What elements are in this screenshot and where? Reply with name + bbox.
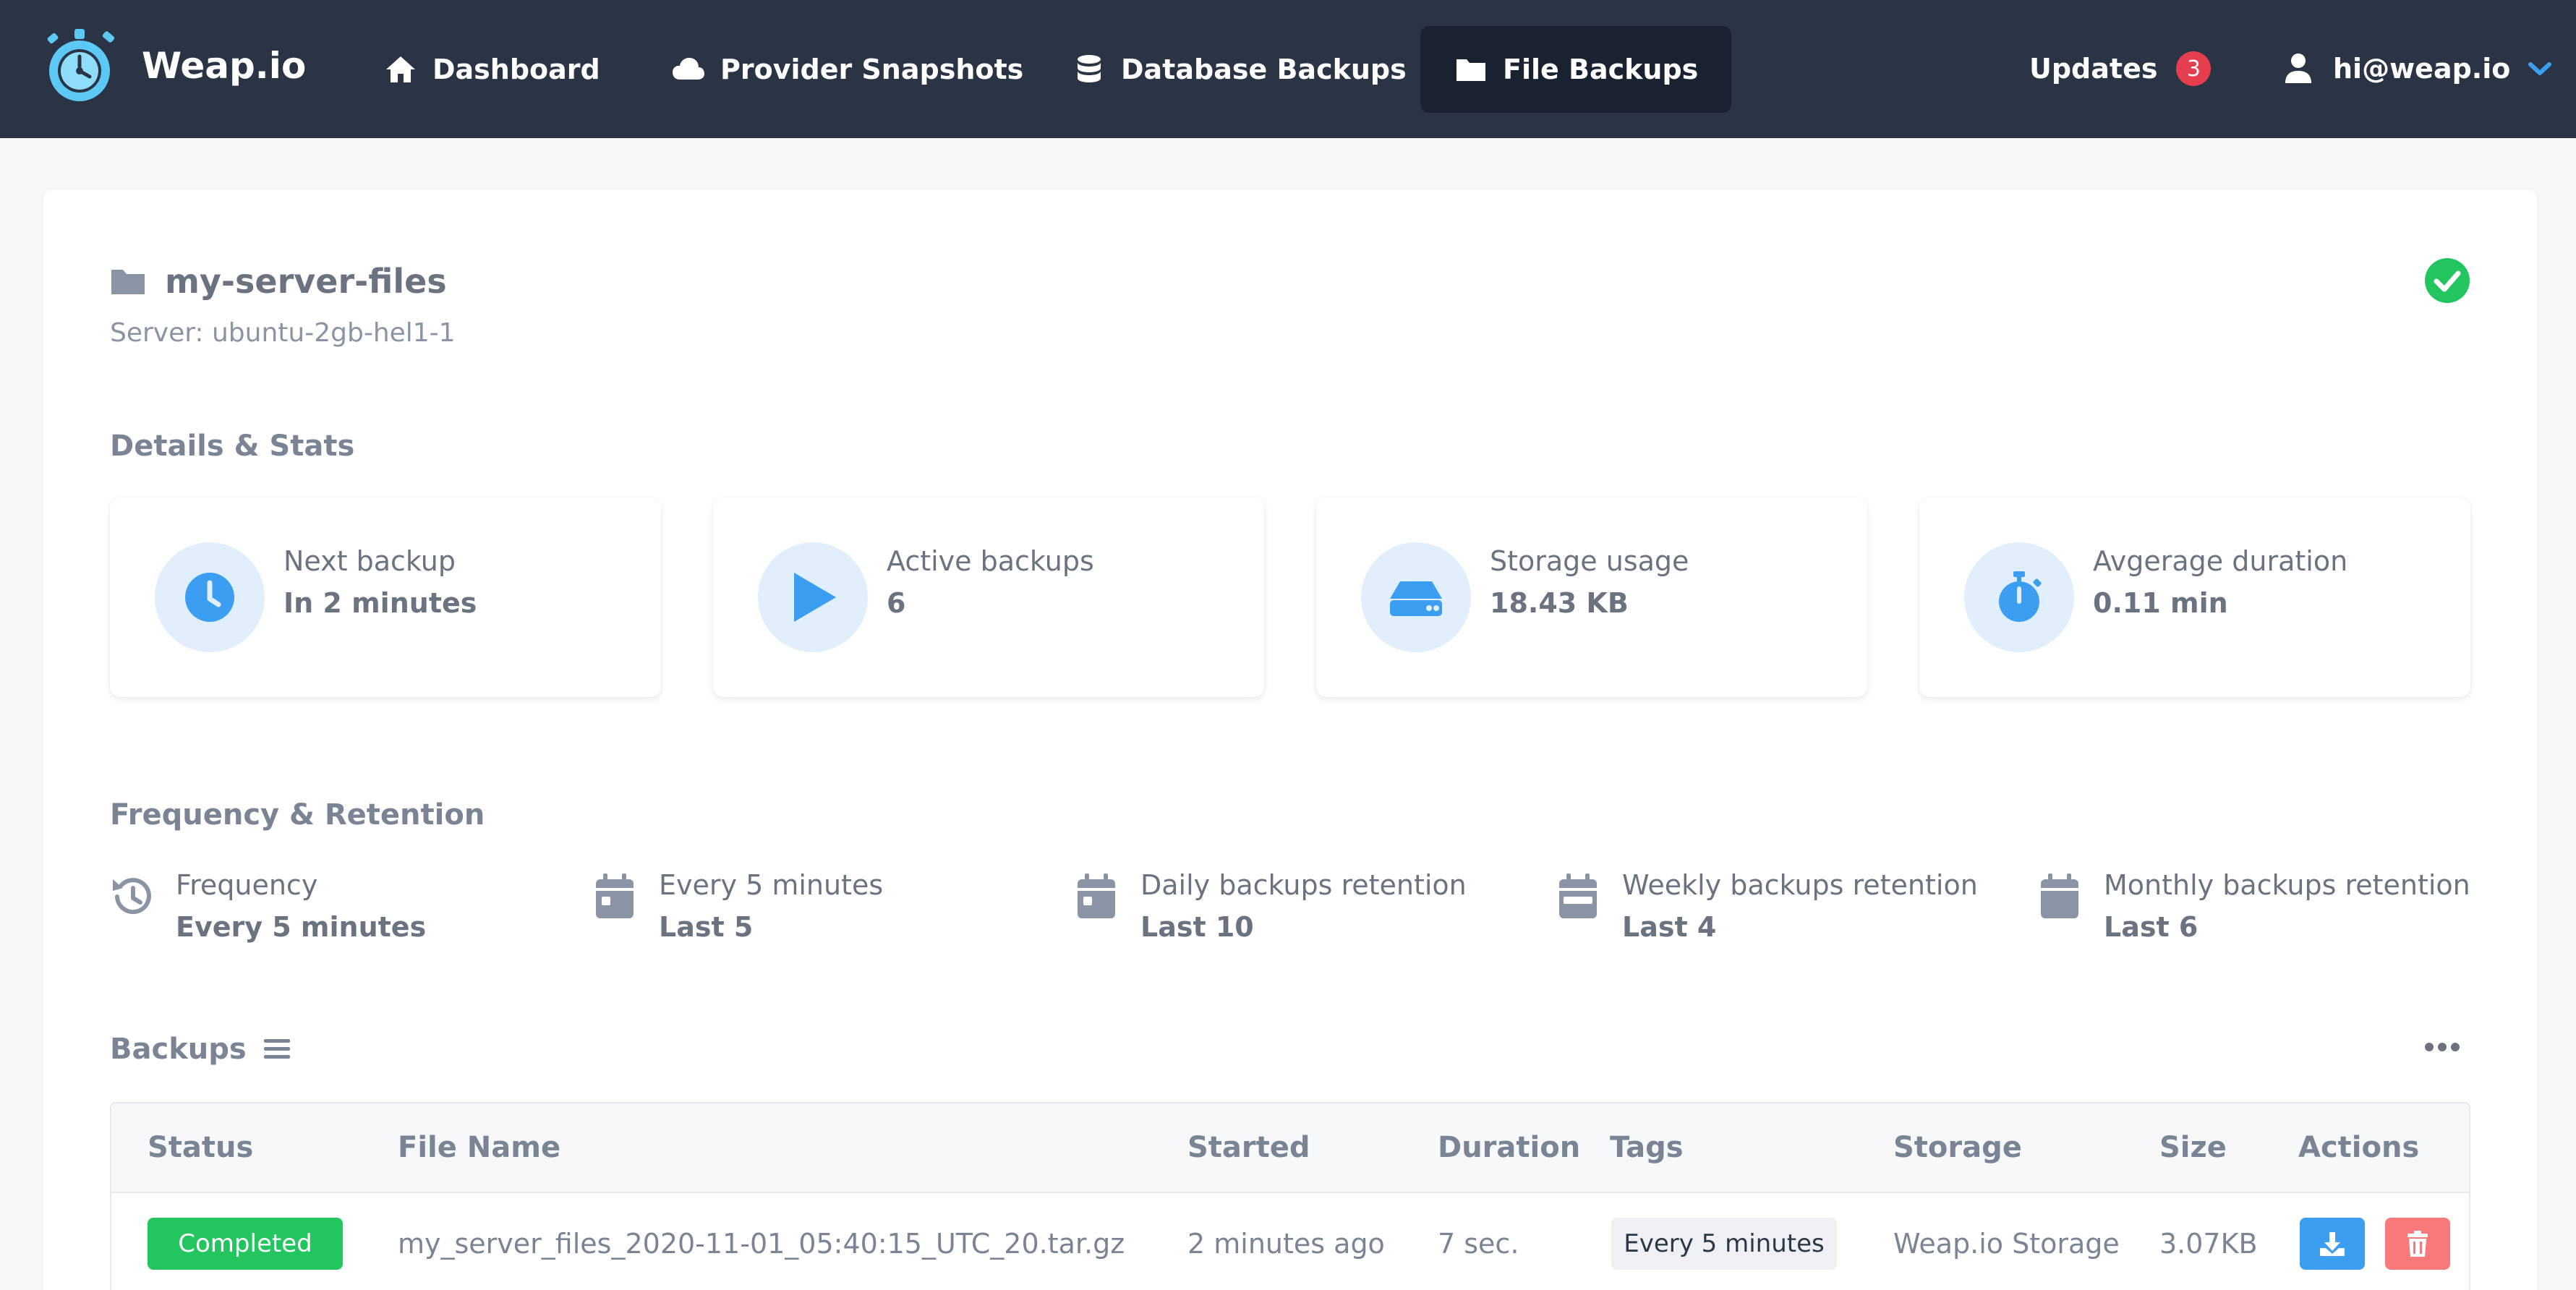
stat-card-storage-usage: Storage usage 18.43 KB bbox=[1316, 497, 1867, 697]
column-header-started: Started bbox=[1187, 1131, 1310, 1164]
calendar-icon bbox=[2041, 873, 2078, 918]
user-menu[interactable]: hi@weap.io bbox=[2284, 43, 2552, 94]
brand[interactable]: Weap.io bbox=[42, 25, 306, 107]
server-name: Server: ubuntu-2gb-hel1-1 bbox=[110, 318, 456, 348]
stat-value: In 2 minutes bbox=[283, 587, 477, 619]
calendar-icon bbox=[1078, 873, 1115, 918]
brand-name: Weap.io bbox=[142, 45, 307, 87]
column-header-duration: Duration bbox=[1438, 1131, 1581, 1164]
stat-icon-circle bbox=[758, 542, 868, 652]
column-header-tags: Tags bbox=[1610, 1131, 1684, 1164]
nav-item-label: Database Backups bbox=[1121, 54, 1407, 85]
stat-icon-circle bbox=[155, 542, 265, 652]
retention-label: Every 5 minutes bbox=[659, 869, 884, 901]
top-navbar: Weap.io Dashboard Provider Snapshots Dat… bbox=[0, 0, 2576, 138]
folder-icon bbox=[1457, 59, 1485, 81]
stat-label: Next backup bbox=[283, 545, 456, 577]
stat-icon-circle bbox=[1964, 542, 2074, 652]
retention-value: Last 4 bbox=[1622, 911, 1717, 943]
column-header-actions: Actions bbox=[2298, 1131, 2420, 1164]
status-badge: Completed bbox=[148, 1218, 343, 1270]
storage-cell: Weap.io Storage bbox=[1893, 1228, 2120, 1260]
nav-item-provider-snapshots[interactable]: Provider Snapshots bbox=[638, 26, 1057, 113]
backups-heading-label: Backups bbox=[110, 1033, 247, 1066]
retention-item-monthly: Monthly backups retention Last 6 bbox=[2038, 866, 2486, 953]
nav-item-dashboard[interactable]: Dashboard bbox=[350, 26, 634, 113]
stat-card-average-duration: Avgerage duration 0.11 min bbox=[1919, 497, 2470, 697]
retention-item: Every 5 minutes Last 5 bbox=[593, 866, 1041, 953]
tag-badge: Every 5 minutes bbox=[1611, 1218, 1837, 1270]
user-icon bbox=[2285, 54, 2311, 83]
backup-title: my-server-files bbox=[165, 262, 447, 301]
check-circle-icon bbox=[2425, 258, 2470, 303]
stat-icon-circle bbox=[1361, 542, 1471, 652]
backups-table: Status File Name Started Duration Tags S… bbox=[110, 1102, 2470, 1290]
file-name-cell: my_server_files_2020-11-01_05:40:15_UTC_… bbox=[398, 1228, 1125, 1260]
play-icon bbox=[794, 573, 836, 622]
stat-label: Active backups bbox=[887, 545, 1094, 577]
nav-item-label: Dashboard bbox=[432, 54, 600, 85]
home-icon bbox=[386, 56, 415, 82]
stopwatch-logo-icon bbox=[47, 29, 115, 101]
retention-item-daily: Daily backups retention Last 10 bbox=[1075, 866, 1523, 953]
nav-item-label: File Backups bbox=[1503, 54, 1699, 85]
details-heading: Details & Stats bbox=[110, 430, 355, 463]
cloud-icon bbox=[673, 58, 704, 80]
nav-item-label: Provider Snapshots bbox=[720, 54, 1024, 85]
download-icon bbox=[2320, 1232, 2345, 1256]
started-cell: 2 minutes ago bbox=[1187, 1228, 1385, 1260]
updates-count-badge: 3 bbox=[2176, 51, 2212, 86]
backups-heading: Backups bbox=[110, 1033, 291, 1066]
retention-item-weekly: Weekly backups retention Last 4 bbox=[1556, 866, 2005, 953]
clock-icon bbox=[185, 573, 234, 622]
hard-drive-icon bbox=[1390, 581, 1442, 616]
retention-label: Weekly backups retention bbox=[1622, 869, 1978, 901]
stopwatch-icon bbox=[1999, 571, 2042, 622]
more-options-icon[interactable] bbox=[2424, 1040, 2460, 1054]
column-header-status: Status bbox=[148, 1131, 254, 1164]
updates-link[interactable]: Updates 3 bbox=[2029, 43, 2212, 94]
nav-item-file-backups[interactable]: File Backups bbox=[1420, 26, 1732, 113]
column-header-storage: Storage bbox=[1893, 1131, 2022, 1164]
retention-value: Last 6 bbox=[2104, 911, 2198, 943]
retention-value: Last 10 bbox=[1140, 911, 1254, 943]
frequency-value: Every 5 minutes bbox=[176, 911, 427, 943]
backup-title-row: my-server-files bbox=[110, 262, 447, 301]
stat-value: 6 bbox=[887, 587, 906, 619]
frequency-heading: Frequency & Retention bbox=[110, 798, 485, 832]
calendar-icon bbox=[596, 873, 634, 918]
calendar-week-icon bbox=[1559, 873, 1597, 918]
user-email: hi@weap.io bbox=[2333, 53, 2511, 85]
list-icon[interactable] bbox=[263, 1037, 291, 1062]
stat-value: 18.43 KB bbox=[1490, 587, 1629, 619]
folder-icon bbox=[111, 270, 145, 294]
chevron-down-icon bbox=[2528, 62, 2552, 75]
download-button[interactable] bbox=[2300, 1218, 2365, 1270]
frequency-item: Frequency Every 5 minutes bbox=[110, 866, 558, 953]
column-header-file-name: File Name bbox=[398, 1131, 561, 1164]
stat-value: 0.11 min bbox=[2093, 587, 2228, 619]
retention-label: Monthly backups retention bbox=[2104, 869, 2470, 901]
stat-label: Storage usage bbox=[1490, 545, 1689, 577]
stat-card-active-backups: Active backups 6 bbox=[713, 497, 1264, 697]
retention-label: Daily backups retention bbox=[1140, 869, 1467, 901]
size-cell: 3.07KB bbox=[2159, 1228, 2258, 1260]
retention-value: Last 5 bbox=[659, 911, 754, 943]
stat-label: Avgerage duration bbox=[2093, 545, 2348, 577]
updates-label: Updates bbox=[2029, 53, 2158, 85]
history-icon bbox=[113, 878, 151, 915]
duration-cell: 7 sec. bbox=[1438, 1228, 1519, 1260]
frequency-label: Frequency bbox=[176, 869, 318, 901]
stat-card-next-backup: Next backup In 2 minutes bbox=[110, 497, 661, 697]
database-icon bbox=[1078, 55, 1101, 82]
delete-button[interactable] bbox=[2385, 1218, 2450, 1270]
column-header-size: Size bbox=[2159, 1131, 2227, 1164]
trash-icon bbox=[2407, 1231, 2428, 1257]
nav-item-database-backups[interactable]: Database Backups bbox=[1038, 26, 1440, 113]
